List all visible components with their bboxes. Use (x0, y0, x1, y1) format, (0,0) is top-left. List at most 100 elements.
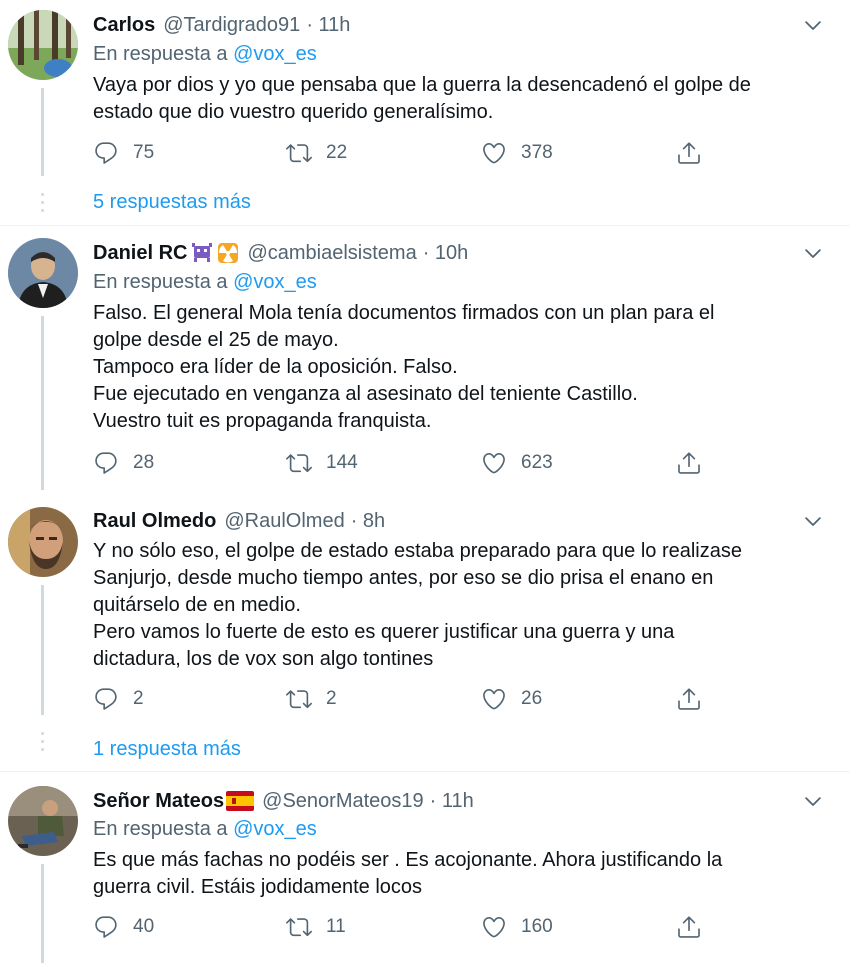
share-button[interactable] (676, 140, 716, 166)
chevron-down-icon[interactable] (802, 790, 824, 812)
tweet-daniel-rc[interactable]: Daniel RC @cambiaelsistema · 10h En resp… (0, 226, 850, 490)
like-count: 378 (521, 142, 553, 163)
share-button[interactable] (676, 914, 716, 940)
text-line: guerra civil. Estáis jodidamente locos (93, 876, 423, 898)
retweet-icon (286, 686, 312, 712)
action-bar: 2 2 26 (93, 686, 713, 716)
like-button[interactable]: 623 (481, 450, 553, 476)
tweet-text: Es que más fachas no podéis ser . Es aco… (93, 847, 823, 901)
share-button[interactable] (676, 450, 716, 476)
retweet-count: 144 (326, 452, 358, 473)
text-line: Y no sólo eso, el golpe de estado estaba… (93, 540, 742, 562)
text-line: dictadura, los de vox son algo tontines (93, 648, 434, 670)
reply-context: En respuesta a @vox_es (93, 271, 317, 294)
username[interactable]: @cambiaelsistema (247, 242, 416, 265)
username[interactable]: @SenorMateos19 (262, 790, 424, 813)
retweet-button[interactable]: 22 (286, 140, 347, 166)
timestamp[interactable]: · 11h (430, 790, 474, 813)
reply-prefix: En respuesta a (93, 43, 228, 65)
heart-icon (481, 914, 507, 940)
chevron-down-icon[interactable] (802, 242, 824, 264)
avatar[interactable] (8, 238, 78, 308)
heart-icon (481, 450, 507, 476)
show-more-replies[interactable]: 1 respuesta más (93, 738, 241, 761)
text-line: Es que más fachas no podéis ser . Es aco… (93, 849, 723, 871)
chevron-down-icon[interactable] (802, 510, 824, 532)
reply-icon (93, 140, 119, 166)
action-bar: 28 144 623 (93, 450, 713, 480)
action-bar: 40 11 160 (93, 914, 713, 944)
retweet-count: 22 (326, 142, 348, 163)
reply-button[interactable]: 75 (93, 140, 154, 166)
reply-icon (93, 686, 119, 712)
text-line: quitárselo de en medio. (93, 594, 301, 616)
like-count: 26 (521, 688, 543, 709)
mention-link[interactable]: @vox_es (233, 818, 317, 840)
mention-link[interactable]: @vox_es (233, 43, 317, 65)
display-name[interactable]: Daniel RC (93, 242, 187, 265)
thread-dots (41, 193, 44, 217)
retweet-icon (286, 450, 312, 476)
reply-count: 75 (133, 142, 155, 163)
display-name[interactable]: Carlos (93, 14, 155, 37)
username[interactable]: @Tardigrado91 (163, 14, 300, 37)
thread-line (41, 316, 44, 490)
tweet-senor-mateos[interactable]: Señor Mateos @SenorMateos19 · 11h En res… (0, 772, 850, 963)
retweet-count: 2 (326, 688, 337, 709)
like-button[interactable]: 160 (481, 914, 553, 940)
thread-line (41, 88, 44, 176)
text-line: Sanjurjo, desde mucho tiempo antes, por … (93, 567, 714, 589)
thread-dots (41, 732, 44, 756)
like-button[interactable]: 26 (481, 686, 542, 712)
like-button[interactable]: 378 (481, 140, 553, 166)
timestamp[interactable]: · 10h (423, 242, 469, 265)
share-button[interactable] (676, 686, 716, 712)
thread-line (41, 864, 44, 963)
tweet-text: Falso. El general Mola tenía documentos … (93, 300, 823, 435)
action-bar: 75 22 378 (93, 140, 713, 170)
avatar[interactable] (8, 786, 78, 856)
username[interactable]: @RaulOlmed (224, 510, 344, 533)
reply-icon (93, 450, 119, 476)
display-name[interactable]: Señor Mateos (93, 790, 224, 813)
reply-prefix: En respuesta a (93, 818, 228, 840)
retweet-button[interactable]: 144 (286, 450, 358, 476)
heart-icon (481, 140, 507, 166)
heart-icon (481, 686, 507, 712)
show-more-replies[interactable]: 5 respuestas más (93, 191, 251, 214)
like-count: 623 (521, 452, 553, 473)
reply-context: En respuesta a @vox_es (93, 818, 317, 841)
avatar[interactable] (8, 10, 78, 80)
tweet-carlos[interactable]: Carlos @Tardigrado91 · 11h En respuesta … (0, 0, 850, 225)
tweet-text: Vaya por dios y yo que pensaba que la gu… (93, 72, 823, 126)
text-line: golpe desde el 25 de mayo. (93, 329, 339, 351)
spain-flag-icon (226, 791, 255, 811)
retweet-icon (286, 914, 312, 940)
mention-link[interactable]: @vox_es (233, 271, 317, 293)
text-line: Fue ejecutado en venganza al asesinato d… (93, 383, 638, 405)
reply-icon (93, 914, 119, 940)
timestamp[interactable]: · 11h (306, 14, 350, 37)
retweet-count: 11 (326, 916, 346, 937)
share-icon (676, 914, 702, 940)
tweet-raul-olmedo[interactable]: Raul Olmedo @RaulOlmed · 8h Y no sólo es… (0, 490, 850, 771)
reply-button[interactable]: 40 (93, 914, 154, 940)
retweet-button[interactable]: 11 (286, 914, 346, 940)
reply-count: 2 (133, 688, 144, 709)
thread-line (41, 585, 44, 715)
text-line: Vuestro tuit es propaganda franquista. (93, 410, 432, 432)
space-invader-icon (192, 243, 213, 262)
text-line: Pero vamos lo fuerte de esto es querer j… (93, 621, 675, 643)
display-name[interactable]: Raul Olmedo (93, 510, 216, 533)
tweet-text: Y no sólo eso, el golpe de estado estaba… (93, 538, 823, 673)
reply-count: 40 (133, 916, 155, 937)
reply-button[interactable]: 2 (93, 686, 144, 712)
reply-button[interactable]: 28 (93, 450, 154, 476)
share-icon (676, 686, 702, 712)
chevron-down-icon[interactable] (802, 14, 824, 36)
retweet-button[interactable]: 2 (286, 686, 337, 712)
text-line: Vaya por dios y yo que pensaba que la gu… (93, 74, 751, 96)
reply-count: 28 (133, 452, 155, 473)
avatar[interactable] (8, 507, 78, 577)
timestamp[interactable]: · 8h (351, 510, 385, 533)
